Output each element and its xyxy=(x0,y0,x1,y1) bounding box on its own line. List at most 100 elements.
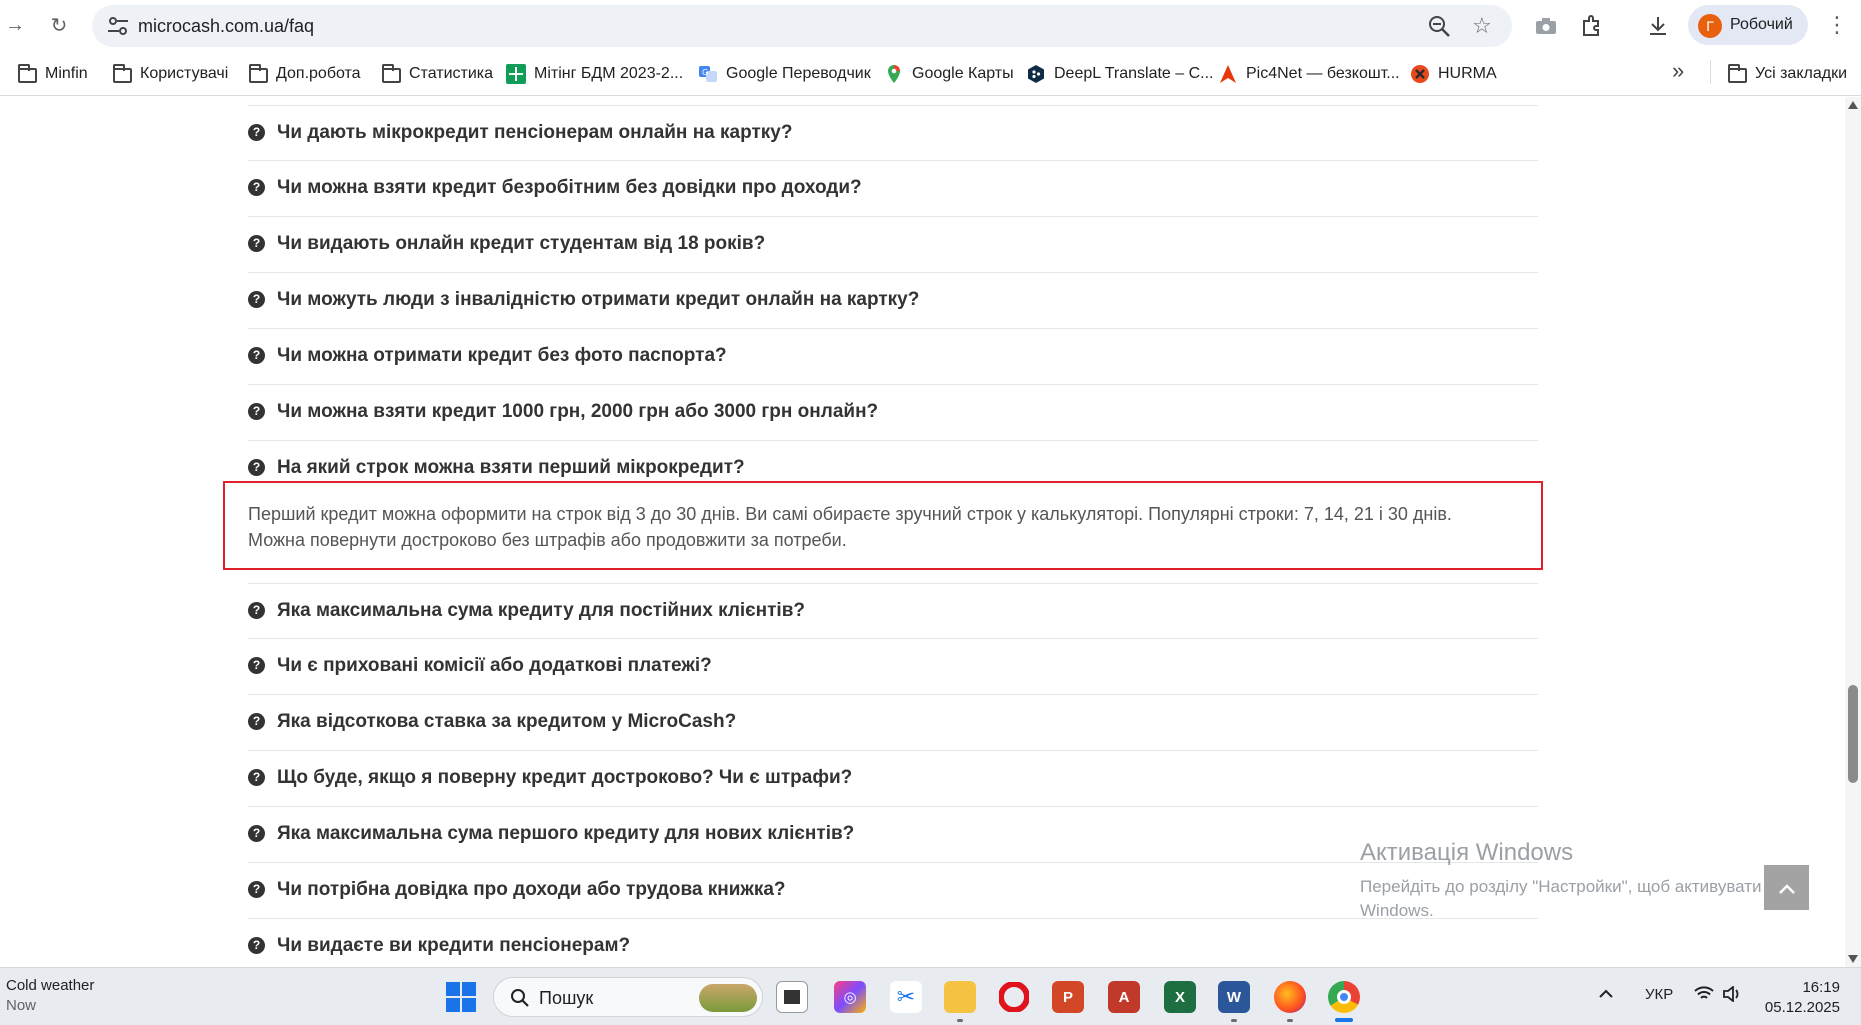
app-running-indicator xyxy=(1287,1019,1293,1022)
faq-question[interactable]: Що буде, якщо я поверну кредит достроков… xyxy=(277,767,852,789)
question-circle-icon: ? xyxy=(248,124,265,141)
profile-button[interactable]: Г Робочий xyxy=(1688,5,1808,45)
folder-icon xyxy=(249,64,268,83)
site-settings-icon[interactable] xyxy=(106,15,130,37)
question-circle-icon: ? xyxy=(248,291,265,308)
bookmark-deepl[interactable]: DeepL Translate – С... xyxy=(1026,62,1214,86)
scroll-thumb[interactable] xyxy=(1848,685,1858,783)
bookmark-google-maps[interactable]: Google Карты xyxy=(884,62,1014,86)
snipping-tool-icon[interactable]: ✂ xyxy=(890,981,922,1013)
powerpoint-icon[interactable]: P xyxy=(1052,981,1084,1013)
bookmark-statistics[interactable]: Статистика xyxy=(382,62,493,86)
acrobat-icon[interactable]: A xyxy=(1108,981,1140,1013)
app-active-indicator xyxy=(1335,1018,1353,1022)
bookmarks-divider xyxy=(1710,60,1711,84)
address-bar[interactable]: microcash.com.ua/faq ☆ xyxy=(92,5,1512,47)
more-bookmarks-chevron-icon[interactable]: » xyxy=(1672,58,1684,84)
browser-toolbar: → ↻ microcash.com.ua/faq ☆ Г Робочий ⋮ xyxy=(0,0,1861,50)
chrome-icon[interactable] xyxy=(1328,981,1360,1013)
faq-list: ? Чи дають мікрокредит пенсіонерам онлай… xyxy=(248,105,1538,497)
page-scrollbar[interactable] xyxy=(1845,97,1861,967)
hurma-icon xyxy=(1410,64,1430,84)
folder-icon xyxy=(382,64,401,83)
url-text[interactable]: microcash.com.ua/faq xyxy=(138,16,314,37)
chevron-up-icon xyxy=(1778,884,1795,894)
opera-icon[interactable] xyxy=(998,981,1030,1013)
faq-question[interactable]: Чи є приховані комісії або додаткові пла… xyxy=(277,655,712,677)
faq-item[interactable]: ? Чи видають онлайн кредит студентам від… xyxy=(248,217,1538,273)
faq-item[interactable]: ? Чи можна отримати кредит без фото пасп… xyxy=(248,329,1538,385)
question-circle-icon: ? xyxy=(248,881,265,898)
camera-icon[interactable] xyxy=(1532,12,1560,40)
faq-item[interactable]: ? Чи можна взяти кредит 1000 грн, 2000 г… xyxy=(248,385,1538,441)
avatar: Г xyxy=(1698,14,1722,38)
faq-list: ? Яка максимальна сума кредиту для пості… xyxy=(248,583,1538,967)
all-bookmarks-folder[interactable]: Усі закладки xyxy=(1728,62,1847,86)
bookmark-pic4net[interactable]: Pic4Net — безкошт... xyxy=(1218,62,1400,86)
forward-icon[interactable]: → xyxy=(0,10,30,40)
bookmark-hurma[interactable]: HURMA xyxy=(1410,62,1497,86)
faq-question[interactable]: Чи можуть люди з інвалідністю отримати к… xyxy=(277,289,919,311)
faq-question[interactable]: Чи можна взяти кредит 1000 грн, 2000 грн… xyxy=(277,401,878,423)
page-content: ? Чи дають мікрокредит пенсіонерам онлай… xyxy=(0,97,1845,967)
search-icon xyxy=(511,989,529,1007)
scroll-up-arrow-icon[interactable] xyxy=(1848,101,1858,109)
bookmark-google-translate[interactable]: G Google Переводчик xyxy=(698,62,871,86)
menu-kebab-icon[interactable]: ⋮ xyxy=(1826,12,1848,38)
app-running-indicator xyxy=(1231,1019,1237,1022)
faq-question[interactable]: Чи можна взяти кредит безробітним без до… xyxy=(277,177,862,199)
faq-question[interactable]: Чи дають мікрокредит пенсіонерам онлайн … xyxy=(277,122,792,144)
reload-icon[interactable]: ↻ xyxy=(44,10,74,40)
scroll-to-top-button[interactable] xyxy=(1764,865,1809,910)
faq-item[interactable]: ? Яка максимальна сума першого кредиту д… xyxy=(248,807,1538,863)
downloads-icon[interactable] xyxy=(1644,12,1672,40)
faq-question[interactable]: Чи потрібна довідка про доходи або трудо… xyxy=(277,879,786,901)
faq-question[interactable]: На який строк можна взяти перший мікрокр… xyxy=(277,457,745,479)
windows-taskbar: Cold weather Now Пошук ◎ ✂ P A X W УКР 1… xyxy=(0,967,1861,1025)
faq-item[interactable]: ? Чи потрібна довідка про доходи або тру… xyxy=(248,863,1538,919)
excel-icon[interactable]: X xyxy=(1164,981,1196,1013)
question-circle-icon: ? xyxy=(248,235,265,252)
faq-item[interactable]: ? Чи можна взяти кредит безробітним без … xyxy=(248,161,1538,217)
faq-question[interactable]: Яка відсоткова ставка за кредитом у Micr… xyxy=(277,711,736,733)
faq-item[interactable]: ? Чи дають мікрокредит пенсіонерам онлай… xyxy=(248,105,1538,161)
faq-question[interactable]: Яка максимальна сума кредиту для постійн… xyxy=(277,600,805,622)
firefox-icon[interactable] xyxy=(1274,981,1306,1013)
faq-item[interactable]: ? Яка максимальна сума кредиту для пості… xyxy=(248,583,1538,639)
scroll-down-arrow-icon[interactable] xyxy=(1848,955,1858,963)
volume-icon[interactable] xyxy=(1722,985,1742,1006)
faq-item[interactable]: ? Чи є приховані комісії або додаткові п… xyxy=(248,639,1538,695)
faq-item[interactable]: ? Чи видаєте ви кредити пенсіонерам? xyxy=(248,919,1538,967)
bookmark-users[interactable]: Користувачі xyxy=(113,62,228,86)
bookmark-meeting[interactable]: Мітінг БДМ 2023-2... xyxy=(506,62,683,86)
tray-overflow-chevron-icon[interactable] xyxy=(1598,986,1614,1003)
folder-icon xyxy=(1728,64,1747,83)
faq-item[interactable]: ? Чи можуть люди з інвалідністю отримати… xyxy=(248,273,1538,329)
word-icon[interactable]: W xyxy=(1218,981,1250,1013)
extensions-icon[interactable] xyxy=(1578,12,1606,40)
folder-icon xyxy=(18,64,37,83)
task-view-icon[interactable] xyxy=(776,981,808,1013)
profile-name: Робочий xyxy=(1730,16,1793,33)
faq-question[interactable]: Чи видаєте ви кредити пенсіонерам? xyxy=(277,935,630,957)
weather-widget[interactable]: Cold weather Now xyxy=(6,976,94,1016)
question-circle-icon: ? xyxy=(248,769,265,786)
question-circle-icon: ? xyxy=(248,825,265,842)
faq-item[interactable]: ? Що буде, якщо я поверну кредит дострок… xyxy=(248,751,1538,807)
taskbar-search[interactable]: Пошук xyxy=(493,977,763,1017)
system-clock[interactable]: 16:19 05.12.2025 xyxy=(1764,978,1840,1018)
language-indicator[interactable]: УКР xyxy=(1645,986,1673,1003)
wifi-icon[interactable] xyxy=(1694,986,1714,1006)
zoom-icon[interactable] xyxy=(1427,14,1451,38)
bookmark-minfin[interactable]: Minfin xyxy=(18,62,88,86)
pic4net-icon xyxy=(1218,64,1238,84)
bookmark-star-icon[interactable]: ☆ xyxy=(1472,13,1492,39)
faq-question[interactable]: Чи видають онлайн кредит студентам від 1… xyxy=(277,233,765,255)
faq-question[interactable]: Чи можна отримати кредит без фото паспор… xyxy=(277,345,727,367)
start-windows-icon[interactable] xyxy=(446,982,476,1012)
faq-item[interactable]: ? Яка відсоткова ставка за кредитом у Mi… xyxy=(248,695,1538,751)
faq-question[interactable]: Яка максимальна сума першого кредиту для… xyxy=(277,823,854,845)
file-explorer-icon[interactable] xyxy=(944,981,976,1013)
bookmark-extra-work[interactable]: Доп.робота xyxy=(249,62,361,86)
creative-cloud-icon[interactable]: ◎ xyxy=(834,981,866,1013)
